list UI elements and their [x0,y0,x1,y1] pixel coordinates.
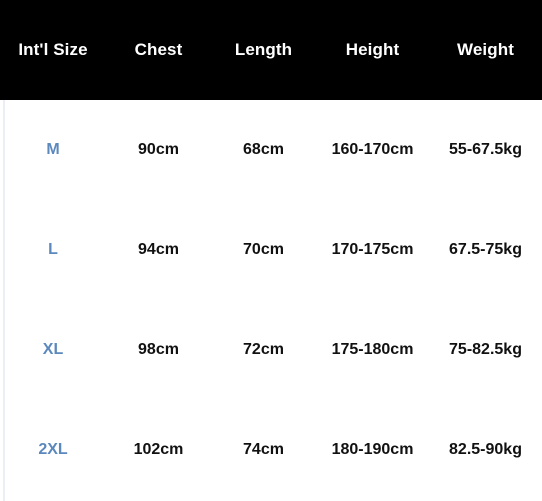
cell-length: 74cm [211,400,316,500]
column-header-length: Length [211,0,316,100]
cell-weight: 82.5-90kg [429,400,542,500]
cell-size: 2XL [0,400,106,500]
cell-weight: 67.5-75kg [429,200,542,300]
cell-length: 70cm [211,200,316,300]
cell-length: 72cm [211,300,316,400]
size-chart-container: Int'l Size Chest Length Height Weight M … [0,0,542,501]
table-header: Int'l Size Chest Length Height Weight [0,0,542,100]
cell-size: L [0,200,106,300]
cell-length: 68cm [211,100,316,200]
cell-height: 180-190cm [316,400,429,500]
cell-height: 170-175cm [316,200,429,300]
table-row: L 94cm 70cm 170-175cm 67.5-75kg [0,200,542,300]
cell-weight: 55-67.5kg [429,100,542,200]
column-header-height: Height [316,0,429,100]
header-row: Int'l Size Chest Length Height Weight [0,0,542,100]
column-header-chest: Chest [106,0,211,100]
column-header-size: Int'l Size [0,0,106,100]
table-row: M 90cm 68cm 160-170cm 55-67.5kg [0,100,542,200]
table-row: 2XL 102cm 74cm 180-190cm 82.5-90kg [0,400,542,500]
cell-height: 175-180cm [316,300,429,400]
cell-weight: 75-82.5kg [429,300,542,400]
table-row: XL 98cm 72cm 175-180cm 75-82.5kg [0,300,542,400]
cell-size: M [0,100,106,200]
cell-height: 160-170cm [316,100,429,200]
cell-chest: 98cm [106,300,211,400]
cell-chest: 94cm [106,200,211,300]
cell-chest: 102cm [106,400,211,500]
cell-size: XL [0,300,106,400]
size-chart-table: Int'l Size Chest Length Height Weight M … [0,0,542,500]
column-header-weight: Weight [429,0,542,100]
table-body: M 90cm 68cm 160-170cm 55-67.5kg L 94cm 7… [0,100,542,500]
cell-chest: 90cm [106,100,211,200]
